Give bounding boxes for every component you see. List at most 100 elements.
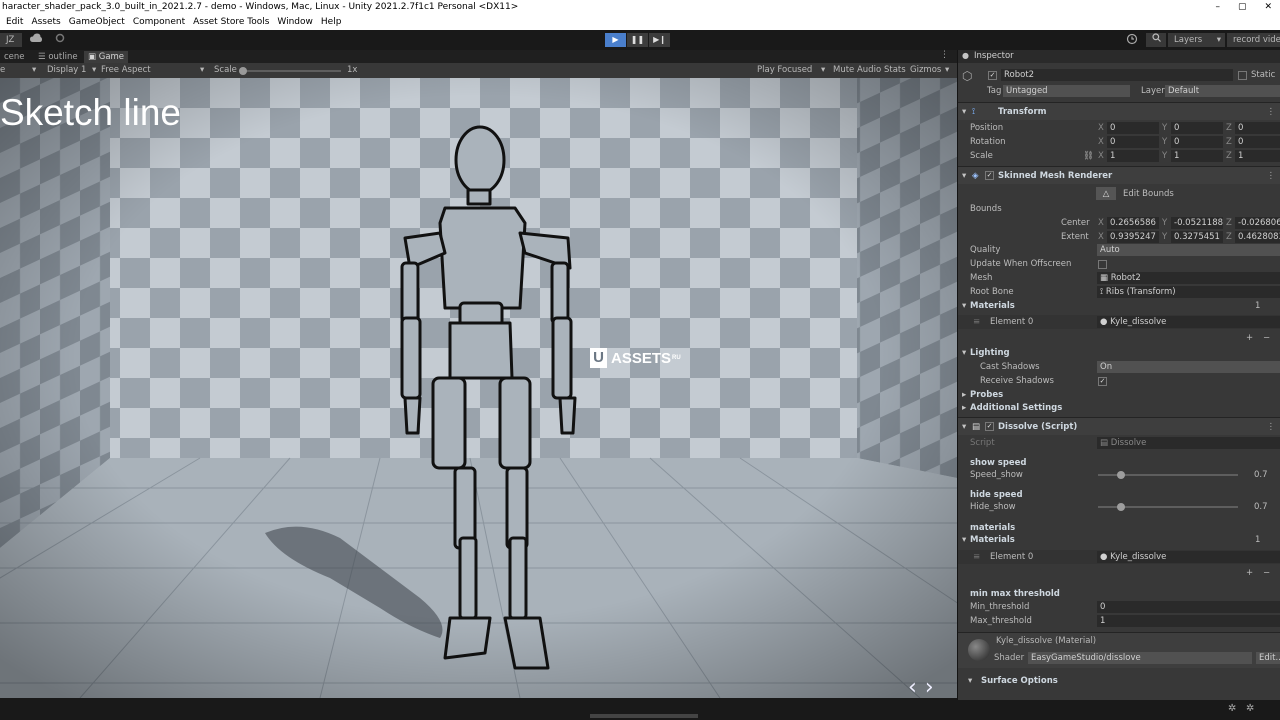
element0-field[interactable]: ● Kyle_dissolve (1097, 316, 1280, 328)
rotation-z-field[interactable]: 0 (1235, 136, 1280, 148)
search-icon[interactable] (1146, 33, 1166, 47)
tab-game[interactable]: ▣ Game (84, 51, 129, 63)
link-icon[interactable]: ⛓ (1083, 149, 1094, 163)
probes-row[interactable]: ▸ Probes (958, 388, 1280, 402)
pause-button[interactable]: ❚❚ (627, 33, 648, 47)
display-dropdown[interactable]: Display 1 (47, 65, 86, 76)
aspect-dropdown[interactable]: Free Aspect (101, 65, 151, 76)
mesh-renderer-icon: ◈ (972, 171, 979, 181)
speed-show-value[interactable]: 0.7 (1254, 468, 1268, 482)
rotation-x-field[interactable]: 0 (1107, 136, 1159, 148)
remove-icon[interactable]: − (1263, 566, 1270, 580)
dissolve-materials-row[interactable]: ▾ Materials 1 (958, 533, 1280, 547)
smr-enabled-checkbox[interactable]: ✓ (985, 171, 994, 180)
minimize-button[interactable]: – (1215, 0, 1220, 15)
shader-edit-button[interactable]: Edit... (1256, 652, 1280, 664)
object-name-field[interactable]: Robot2 (1001, 69, 1233, 81)
edit-bounds-icon[interactable]: △ (1096, 187, 1116, 200)
tab-outline[interactable]: ☰ outline (34, 51, 82, 63)
tab-menu-icon[interactable]: ⋮ (940, 50, 949, 60)
hide-show-value[interactable]: 0.7 (1254, 500, 1268, 514)
center-z-field[interactable]: -0.026806 (1235, 217, 1280, 229)
game-mode-dropdown[interactable]: e (0, 65, 5, 76)
lighting-row[interactable]: ▾ Lighting (958, 346, 1280, 360)
scale-y-field[interactable]: 1 (1171, 150, 1223, 162)
position-x-field[interactable]: 0 (1107, 122, 1159, 134)
close-button[interactable]: ✕ (1264, 0, 1272, 15)
scale-z-field[interactable]: 1 (1235, 150, 1280, 162)
mute-audio-toggle[interactable]: Mute Audio (833, 65, 881, 76)
menu-window[interactable]: Window (277, 15, 313, 30)
account-dropdown[interactable]: JZ (0, 33, 22, 47)
drag-handle-icon[interactable]: ≡ (973, 550, 980, 564)
center-y-field[interactable]: -0.0521188 (1171, 217, 1223, 229)
inspector-tab[interactable]: ● Inspector (958, 50, 1280, 63)
menu-component[interactable]: Component (133, 15, 185, 30)
drag-handle-icon[interactable]: ≡ (973, 315, 980, 329)
add-icon[interactable]: + (1246, 331, 1253, 345)
rotation-y-field[interactable]: 0 (1171, 136, 1223, 148)
step-button[interactable]: ▶❙ (649, 33, 670, 47)
chevron-right-icon[interactable]: › (925, 675, 934, 698)
additional-settings-row[interactable]: ▸ Additional Settings (958, 401, 1280, 415)
object-active-checkbox[interactable]: ✓ (988, 71, 997, 80)
tab-scene[interactable]: cene (0, 51, 29, 63)
stats-toggle[interactable]: Stats (884, 65, 906, 76)
min-threshold-field[interactable]: 0 (1097, 601, 1280, 613)
menu-edit[interactable]: Edit (6, 15, 23, 30)
component-menu-icon[interactable]: ⋮ (1267, 103, 1276, 121)
layout-dropdown[interactable]: record video (1227, 33, 1280, 47)
quality-dropdown[interactable]: Auto (1097, 244, 1280, 256)
dissolve-header[interactable]: ▾ ▤ ✓ Dissolve (Script) ⋮ (958, 417, 1280, 435)
surface-options-row[interactable]: ▾ Surface Options (958, 674, 1280, 688)
hide-show-slider-knob[interactable] (1117, 503, 1125, 511)
play-button[interactable]: ▶ (605, 33, 626, 47)
cast-shadows-dropdown[interactable]: On (1097, 361, 1280, 373)
static-checkbox[interactable] (1238, 71, 1247, 80)
layer-dropdown[interactable]: Default (1165, 85, 1280, 97)
position-z-field[interactable]: 0 (1235, 122, 1280, 134)
history-icon[interactable] (1126, 33, 1138, 47)
menu-assets[interactable]: Assets (31, 15, 60, 30)
play-focused-dropdown[interactable]: Play Focused (757, 65, 812, 76)
material-header[interactable]: Kyle_dissolve (Material) Shader EasyGame… (958, 632, 1280, 668)
extent-x-field[interactable]: 0.9395247 (1107, 231, 1159, 243)
gizmos-toggle[interactable]: Gizmos (910, 65, 941, 76)
settings-icon[interactable]: ✲ (1246, 703, 1254, 714)
materials-row[interactable]: ▾ Materials 1 (958, 299, 1280, 313)
tag-dropdown[interactable]: Untagged (1003, 85, 1130, 97)
scale-x-field[interactable]: 1 (1107, 150, 1159, 162)
position-y-field[interactable]: 0 (1171, 122, 1223, 134)
add-icon[interactable]: + (1246, 566, 1253, 580)
mesh-field[interactable]: ▦ Robot2 (1097, 272, 1280, 284)
remove-icon[interactable]: − (1263, 331, 1270, 345)
component-menu-icon[interactable]: ⋮ (1267, 418, 1276, 436)
game-viewport[interactable]: Sketch line U ASSETS RU ‹ › (0, 78, 957, 698)
chevron-left-icon[interactable]: ‹ (908, 675, 917, 698)
component-menu-icon[interactable]: ⋮ (1267, 167, 1276, 185)
update-offscreen-checkbox[interactable] (1098, 260, 1107, 269)
menu-asset-store-tools[interactable]: Asset Store Tools (193, 15, 269, 30)
speed-show-slider-knob[interactable] (1117, 471, 1125, 479)
transform-header[interactable]: ▾ ⟟ Transform ⋮ (958, 102, 1280, 120)
root-bone-field[interactable]: ⟟ Ribs (Transform) (1097, 286, 1280, 298)
receive-shadows-checkbox[interactable]: ✓ (1098, 377, 1107, 386)
menu-gameobject[interactable]: GameObject (69, 15, 125, 30)
shader-dropdown[interactable]: EasyGameStudio/disslove (1028, 652, 1252, 664)
debug-icon[interactable]: ✲ (1228, 703, 1236, 714)
maximize-button[interactable]: ▢ (1238, 0, 1247, 15)
extent-z-field[interactable]: 0.4628083 (1235, 231, 1280, 243)
dissolve-enabled-checkbox[interactable]: ✓ (985, 422, 994, 431)
scale-slider-knob[interactable] (239, 67, 247, 75)
dissolve-element0-field[interactable]: ● Kyle_dissolve (1097, 551, 1280, 563)
layers-dropdown[interactable]: Layers ▾ (1168, 33, 1225, 47)
max-threshold-field[interactable]: 1 (1097, 615, 1280, 627)
scale-slider-track[interactable] (241, 70, 341, 72)
center-x-field[interactable]: 0.2656586 (1107, 217, 1159, 229)
extent-y-field[interactable]: 0.3275451 (1171, 231, 1223, 243)
menu-help[interactable]: Help (321, 15, 342, 30)
layer-label: Layer (1141, 86, 1165, 96)
cloud-icon[interactable] (30, 33, 42, 47)
collab-icon[interactable] (55, 33, 65, 47)
smr-header[interactable]: ▾ ◈ ✓ Skinned Mesh Renderer ⋮ (958, 166, 1280, 184)
